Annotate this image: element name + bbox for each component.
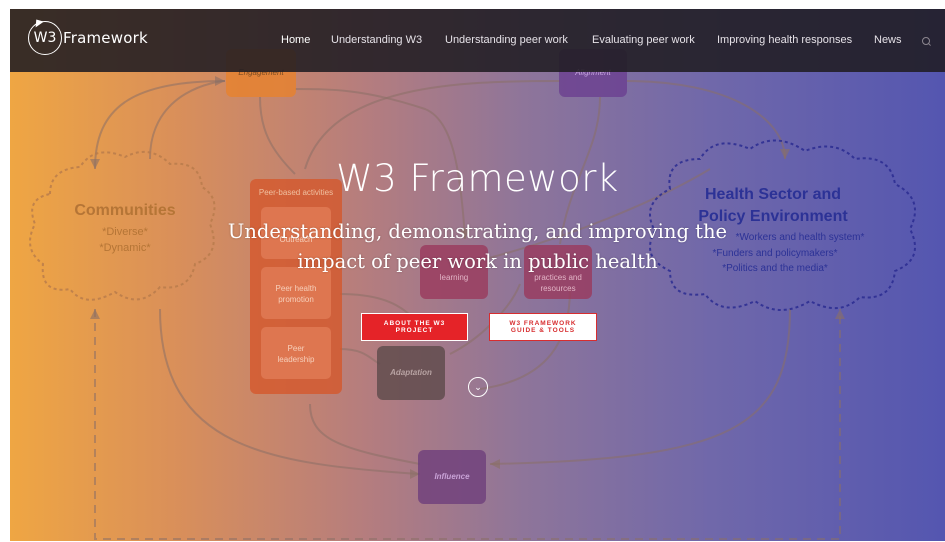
hero-subtitle: Understanding, demonstrating, and improv… xyxy=(227,220,728,273)
chevron-down-icon: ⌄ xyxy=(474,381,482,392)
nav-improving-health-responses[interactable]: Improving health responses xyxy=(717,34,852,46)
nav-evaluating-peer-work[interactable]: Evaluating peer work xyxy=(592,34,695,46)
framework-guide-button[interactable]: W3 FRAMEWORK GUIDE & TOOLS xyxy=(489,313,597,341)
nav-understanding-peer-work[interactable]: Understanding peer work xyxy=(445,34,568,46)
scroll-down-button[interactable]: ⌄ xyxy=(468,377,488,397)
peer-leadership-line-2: leadership xyxy=(278,355,315,364)
main-nav: Home Understanding W3 Understanding peer… xyxy=(10,34,945,48)
nav-news[interactable]: News xyxy=(874,34,902,46)
hero-title: W3 Framework xyxy=(336,157,619,200)
communities-title: Communities xyxy=(74,202,175,219)
peer-leadership-line-1: Peer xyxy=(288,344,305,353)
communities-line-2: *Dynamic* xyxy=(99,242,151,254)
about-project-button[interactable]: ABOUT THE W3 PROJECT xyxy=(361,313,468,341)
practices-label-2: resources xyxy=(540,284,575,293)
top-navbar: W3 Framework Home Understanding W3 Under… xyxy=(10,9,945,72)
hero-section: Engagement Alignment Communities *Divers… xyxy=(10,9,945,541)
communities-line-1: *Diverse* xyxy=(102,226,149,238)
peer-health-promotion-line-2: promotion xyxy=(278,295,314,304)
nav-home[interactable]: Home xyxy=(281,34,310,46)
adaptation-label: Adaptation xyxy=(389,368,432,377)
peer-health-promotion-line-1: Peer health xyxy=(276,284,317,293)
influence-label: Influence xyxy=(434,472,470,481)
search-icon[interactable] xyxy=(922,37,930,45)
nav-understanding-w3[interactable]: Understanding W3 xyxy=(331,34,422,46)
